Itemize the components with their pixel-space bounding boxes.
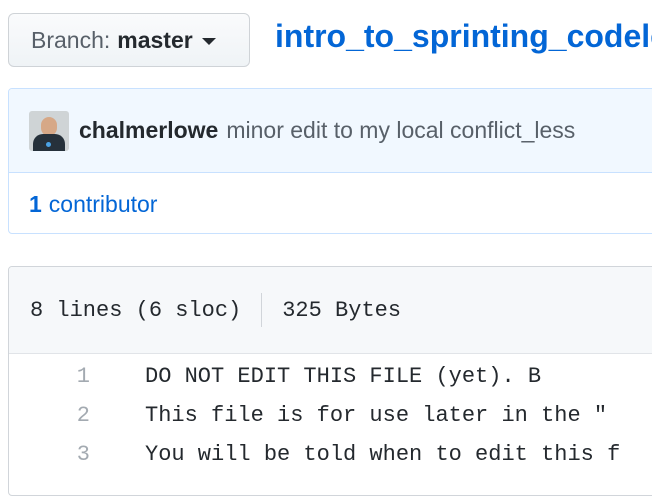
file-size: 325 Bytes — [282, 297, 402, 323]
file-view: 8 lines (6 sloc) 325 Bytes 1 DO NOT EDIT… — [8, 266, 652, 496]
code-line: 1 DO NOT EDIT THIS FILE (yet). B — [9, 357, 652, 396]
branch-select-button[interactable]: Branch: master — [8, 13, 250, 67]
branch-name: master — [117, 26, 193, 53]
code-view: 1 DO NOT EDIT THIS FILE (yet). B 2 This … — [9, 354, 652, 474]
file-header: 8 lines (6 sloc) 325 Bytes — [9, 267, 652, 354]
code-line: 2 This file is for use later in the " — [9, 396, 652, 435]
code-text: You will be told when to edit this f — [145, 442, 621, 467]
commit-author-link[interactable]: chalmerlowe — [79, 117, 218, 144]
header-divider — [261, 293, 263, 327]
avatar[interactable] — [29, 110, 69, 151]
line-number[interactable]: 1 — [9, 364, 145, 389]
file-line-count: 8 lines (6 sloc) — [30, 297, 242, 323]
contributor-label: contributor — [48, 190, 158, 217]
branch-label: Branch: — [31, 26, 111, 53]
contributor-count: 1 — [29, 190, 42, 217]
contributors-link[interactable]: 1 contributor — [9, 173, 652, 233]
commit-info: chalmerlowe minor edit to my local confl… — [9, 89, 652, 173]
caret-down-icon — [201, 37, 216, 45]
code-line: 3 You will be told when to edit this f — [9, 435, 652, 474]
latest-commit-box: chalmerlowe minor edit to my local confl… — [8, 88, 652, 234]
file-path-link[interactable]: intro_to_sprinting_codele — [275, 18, 652, 55]
line-number[interactable]: 3 — [9, 442, 145, 467]
code-text: This file is for use later in the " — [145, 403, 608, 428]
code-text: DO NOT EDIT THIS FILE (yet). B — [145, 364, 542, 389]
commit-message-link[interactable]: minor edit to my local conflict_less — [226, 117, 575, 144]
line-number[interactable]: 2 — [9, 403, 145, 428]
